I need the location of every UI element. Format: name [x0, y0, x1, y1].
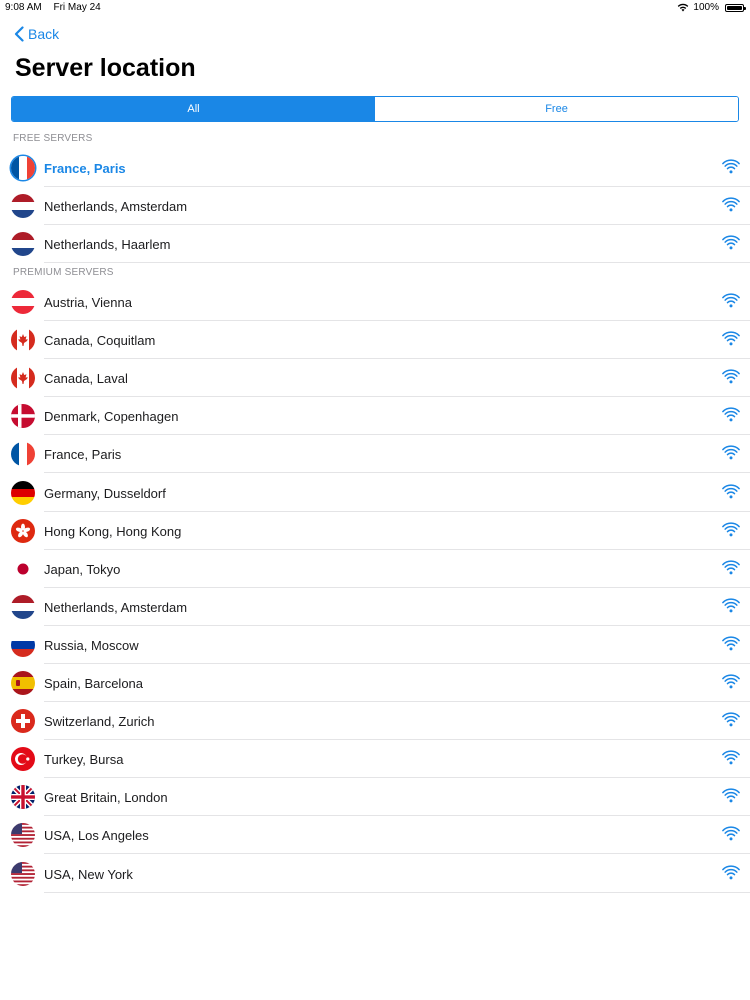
server-label: Switzerland, Zurich [44, 714, 155, 730]
server-label: Austria, Vienna [44, 295, 132, 310]
server-row[interactable]: Japan, Tokyo [0, 550, 750, 588]
dk-flag-icon [11, 404, 35, 429]
wifi-signal-icon [722, 159, 740, 174]
server-row[interactable]: Hong Kong, Hong Kong [0, 512, 750, 550]
hk-flag-icon [11, 518, 35, 543]
wifi-signal-icon [722, 674, 740, 689]
battery-icon [725, 3, 746, 12]
fr-flag-icon [11, 442, 35, 467]
wifi-signal-icon [722, 293, 740, 308]
server-row[interactable]: France, Paris [0, 435, 750, 474]
server-row[interactable]: Canada, Laval [0, 359, 750, 398]
de-flag-icon [11, 480, 35, 505]
server-row[interactable]: Germany, Dusseldorf [0, 474, 750, 512]
server-label: Netherlands, Amsterdam [44, 599, 188, 615]
wifi-signal-icon [722, 369, 740, 384]
es-flag-icon [11, 671, 35, 695]
server-row[interactable]: Spain, Barcelona [0, 664, 750, 702]
ru-flag-icon [11, 632, 35, 657]
page-title: Server location [15, 54, 196, 82]
row-divider [44, 262, 750, 264]
wifi-signal-icon [722, 788, 740, 803]
server-label: USA, New York [44, 866, 133, 882]
wifi-signal-icon [722, 483, 740, 498]
ca-flag-icon [11, 328, 35, 353]
server-label: Hong Kong, Hong Kong [44, 523, 182, 539]
server-row[interactable]: Great Britain, London [0, 778, 750, 817]
segment-free[interactable]: Free [375, 97, 738, 121]
server-label: Turkey, Bursa [44, 752, 124, 768]
wifi-signal-icon [722, 712, 740, 727]
ch-flag-icon [11, 709, 35, 734]
server-label: Netherlands, Haarlem [44, 237, 171, 253]
wifi-signal-icon [722, 331, 740, 346]
wifi-signal-icon [722, 235, 740, 250]
premium-servers-header: PREMIUM SERVERS [13, 267, 114, 278]
segmented-control: All Free [11, 96, 739, 122]
server-row[interactable]: France, Paris [0, 149, 750, 187]
status-date: Fri May 24 [53, 2, 101, 13]
status-left: 9:08 AM Fri May 24 [5, 2, 110, 13]
status-bar: 9:08 AM Fri May 24 100% [0, 0, 750, 16]
server-label: Netherlands, Amsterdam [44, 199, 188, 215]
server-label: Canada, Coquitlam [44, 333, 156, 349]
server-label: France, Paris [44, 161, 126, 176]
server-row[interactable]: Canada, Coquitlam [0, 321, 750, 360]
server-label: Spain, Barcelona [44, 676, 144, 691]
wifi-signal-icon [722, 826, 740, 841]
nl-flag-icon [11, 194, 35, 219]
fr-flag-icon [11, 156, 35, 180]
nl-flag-icon [11, 594, 35, 619]
wifi-signal-icon [722, 197, 740, 212]
chevron-left-icon [14, 26, 24, 42]
gb-flag-icon [11, 785, 35, 810]
wifi-signal-icon [722, 636, 740, 651]
us-flag-icon [11, 823, 35, 848]
server-label: Canada, Laval [44, 371, 128, 387]
server-label: Germany, Dusseldorf [44, 485, 166, 501]
wifi-signal-icon [722, 598, 740, 613]
segment-all[interactable]: All [12, 97, 375, 121]
server-row[interactable]: Austria, Vienna [0, 283, 750, 321]
battery-percent: 100% [693, 2, 719, 13]
server-label: Great Britain, London [44, 790, 168, 806]
server-row[interactable]: Netherlands, Amsterdam [0, 187, 750, 226]
at-flag-icon [11, 290, 35, 314]
jp-flag-icon [11, 556, 35, 581]
server-row[interactable]: Denmark, Copenhagen [0, 397, 750, 436]
server-row[interactable]: Switzerland, Zurich [0, 702, 750, 741]
row-divider [44, 891, 750, 893]
wifi-signal-icon [722, 750, 740, 765]
server-label: Japan, Tokyo [44, 561, 121, 577]
server-row[interactable]: USA, Los Angeles [0, 816, 750, 855]
ca-flag-icon [11, 366, 35, 391]
status-time: 9:08 AM [5, 2, 42, 13]
us-flag-icon [11, 861, 35, 886]
status-right: 100% [677, 2, 746, 13]
server-row[interactable]: Turkey, Bursa [0, 740, 750, 779]
server-label: USA, Los Angeles [44, 828, 149, 844]
wifi-status-icon [678, 3, 689, 12]
server-row[interactable]: Netherlands, Amsterdam [0, 588, 750, 626]
server-row[interactable]: Russia, Moscow [0, 626, 750, 664]
wifi-signal-icon [722, 445, 740, 460]
wifi-signal-icon [722, 560, 740, 575]
server-row[interactable]: Netherlands, Haarlem [0, 225, 750, 264]
nl-flag-icon [11, 232, 35, 257]
wifi-signal-icon [722, 407, 740, 422]
back-button[interactable]: Back [14, 24, 59, 44]
wifi-signal-icon [722, 522, 740, 536]
back-label: Back [28, 26, 60, 42]
server-row[interactable]: USA, New York [0, 855, 750, 893]
tr-flag-icon [11, 747, 35, 772]
server-label: Denmark, Copenhagen [44, 409, 179, 425]
server-label: France, Paris [44, 447, 122, 463]
free-servers-header: FREE SERVERS [13, 133, 93, 144]
server-label: Russia, Moscow [44, 637, 139, 653]
wifi-signal-icon [722, 864, 740, 879]
